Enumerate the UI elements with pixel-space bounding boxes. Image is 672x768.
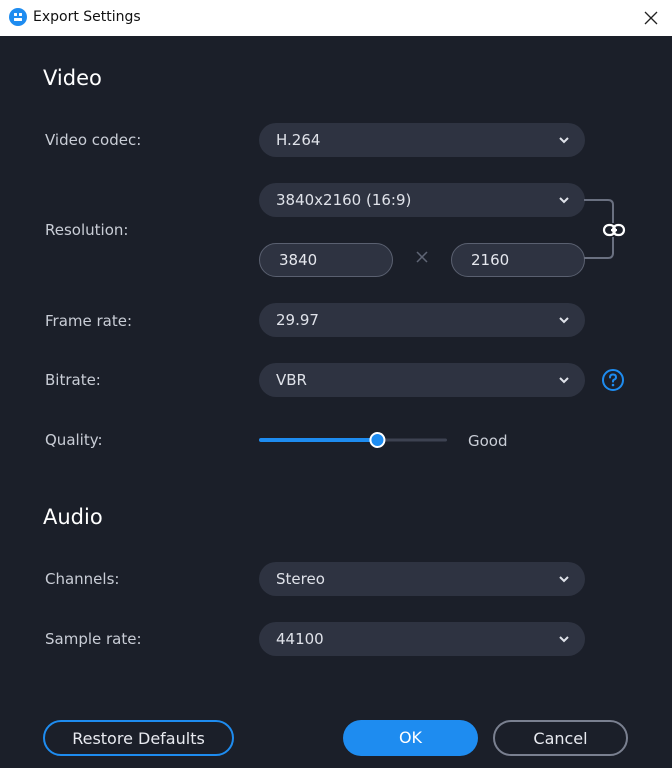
chevron-down-icon <box>559 636 569 643</box>
restore-defaults-button[interactable]: Restore Defaults <box>43 720 234 756</box>
title-bar: Export Settings <box>0 0 672 36</box>
frame-rate-value: 29.97 <box>276 311 319 329</box>
bitrate-select[interactable]: VBR <box>259 363 585 397</box>
chevron-down-icon <box>559 197 569 204</box>
resolution-label: Resolution: <box>45 221 129 239</box>
audio-heading: Audio <box>43 505 103 529</box>
sample-rate-value: 44100 <box>276 630 324 648</box>
resolution-width-value: 3840 <box>279 251 318 269</box>
video-codec-select[interactable]: H.264 <box>259 123 585 157</box>
video-heading: Video <box>43 66 102 90</box>
link-icon[interactable] <box>602 220 626 240</box>
bitrate-label: Bitrate: <box>45 371 101 389</box>
help-icon[interactable] <box>601 368 625 392</box>
cancel-button[interactable]: Cancel <box>493 720 628 756</box>
close-icon[interactable] <box>640 7 662 29</box>
quality-value-text: Good <box>468 432 508 450</box>
times-icon <box>416 251 428 263</box>
chevron-down-icon <box>559 317 569 324</box>
quality-label: Quality: <box>45 431 103 449</box>
resolution-height-value: 2160 <box>471 251 510 269</box>
sample-rate-select[interactable]: 44100 <box>259 622 585 656</box>
chevron-down-icon <box>559 377 569 384</box>
quality-slider[interactable] <box>259 430 447 450</box>
channels-value: Stereo <box>276 570 325 588</box>
channels-select[interactable]: Stereo <box>259 562 585 596</box>
sample-rate-label: Sample rate: <box>45 630 142 648</box>
video-codec-label: Video codec: <box>45 131 142 149</box>
frame-rate-select[interactable]: 29.97 <box>259 303 585 337</box>
frame-rate-label: Frame rate: <box>45 312 133 330</box>
app-icon <box>9 8 27 26</box>
chevron-down-icon <box>559 137 569 144</box>
chevron-down-icon <box>559 576 569 583</box>
video-codec-value: H.264 <box>276 131 321 149</box>
resolution-height-input[interactable]: 2160 <box>451 243 585 277</box>
ok-button[interactable]: OK <box>343 720 478 756</box>
resolution-value: 3840x2160 (16:9) <box>276 191 412 209</box>
window-title: Export Settings <box>33 9 141 25</box>
resolution-width-input[interactable]: 3840 <box>259 243 393 277</box>
resolution-select[interactable]: 3840x2160 (16:9) <box>259 183 585 217</box>
bitrate-value: VBR <box>276 371 307 389</box>
channels-label: Channels: <box>45 570 120 588</box>
